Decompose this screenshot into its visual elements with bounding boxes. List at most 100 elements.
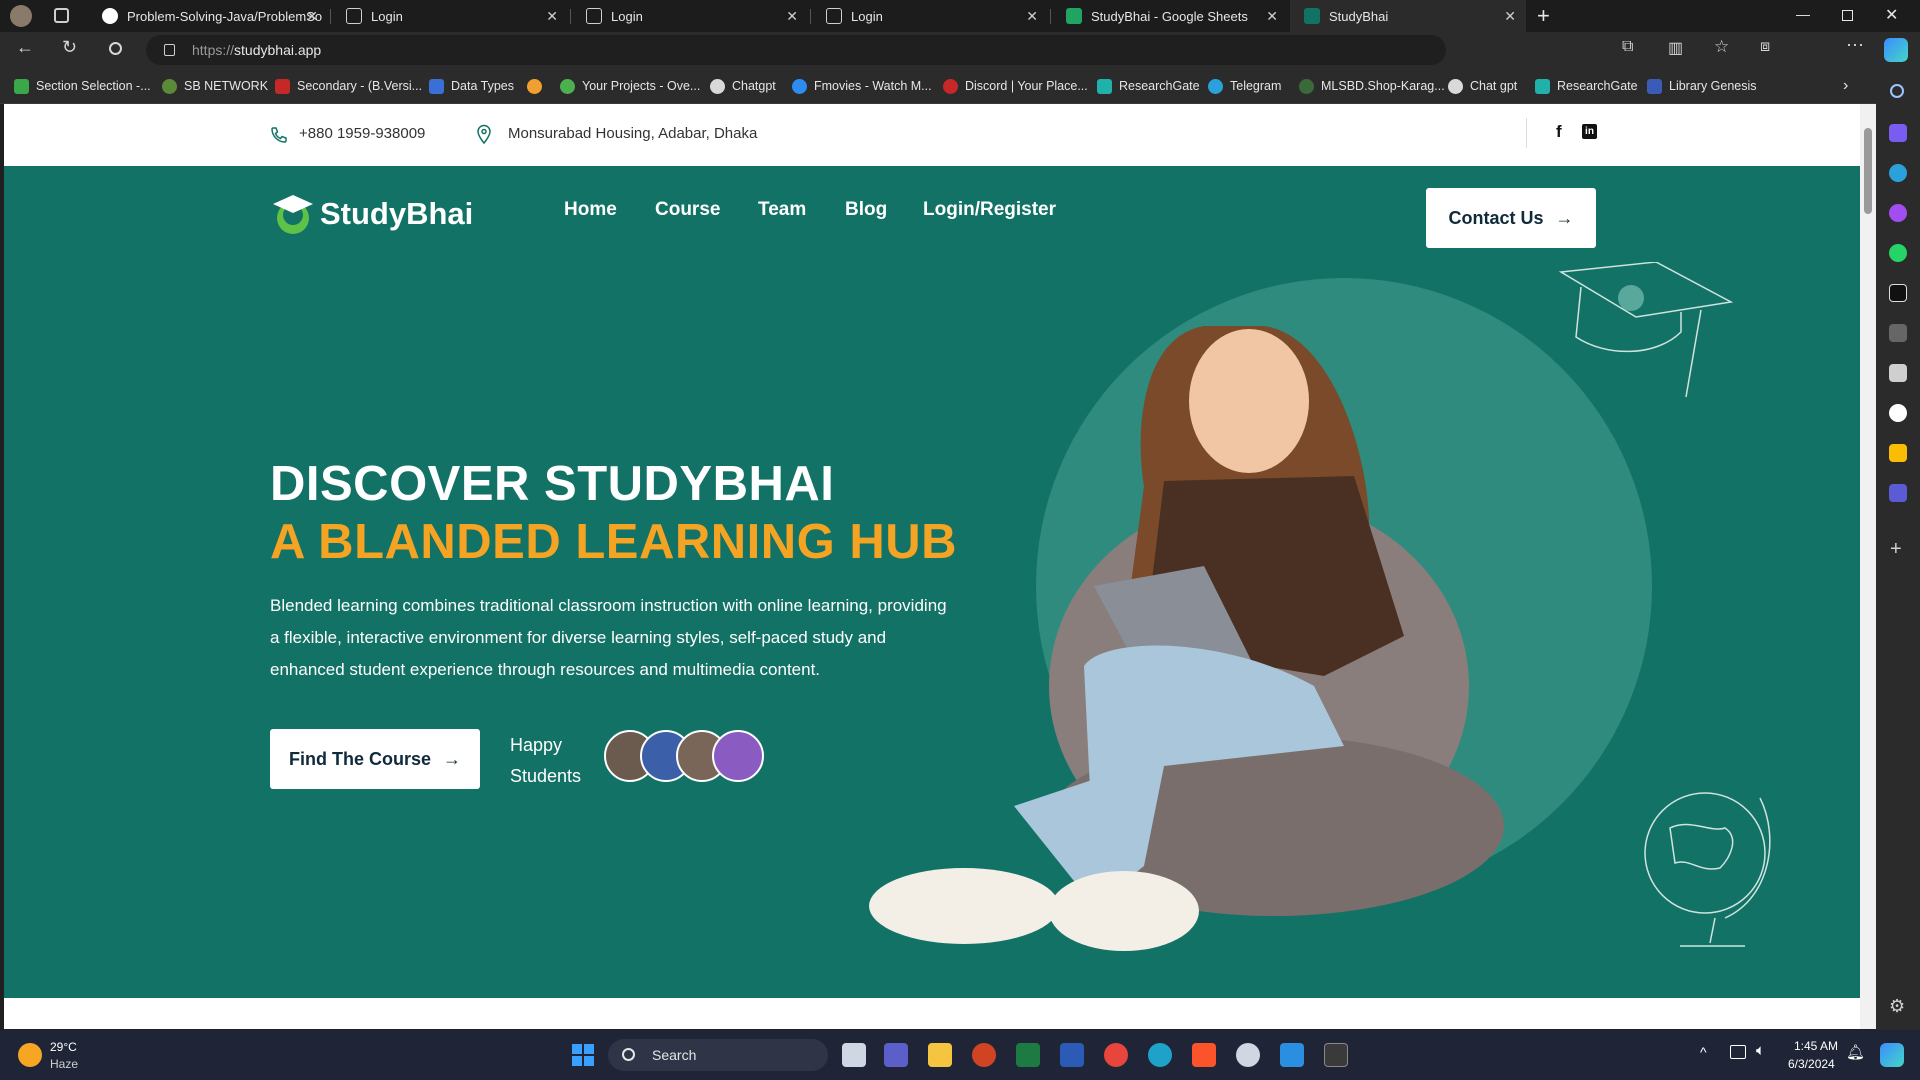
app-icon[interactable] — [1236, 1043, 1260, 1067]
teams-icon[interactable] — [884, 1043, 908, 1067]
tab-login-3[interactable]: Login ✕ — [812, 0, 1048, 32]
bookmark-item-infinity[interactable] — [527, 77, 549, 95]
tab-studybhai[interactable]: StudyBhai ✕ — [1290, 0, 1526, 32]
bookmark-item[interactable]: Chat gpt — [1448, 77, 1517, 95]
nav-home[interactable]: Home — [564, 199, 617, 221]
bookmark-item[interactable]: ResearchGate — [1535, 77, 1638, 95]
close-icon[interactable]: ✕ — [1026, 8, 1038, 25]
sidebar-pen-icon[interactable] — [1889, 364, 1907, 382]
contact-us-button[interactable]: Contact Us → — [1426, 188, 1596, 248]
nav-course[interactable]: Course — [655, 199, 720, 221]
network-icon[interactable] — [1730, 1045, 1746, 1059]
notification-bell-icon[interactable]: 🔔︎ — [1846, 1043, 1865, 1061]
sidebar-telegram-icon[interactable] — [1889, 164, 1907, 182]
file-explorer-icon[interactable] — [928, 1043, 952, 1067]
tab-github[interactable]: Problem-Solving-Java/ProblemSo ✕ — [88, 0, 328, 32]
nav-login-register[interactable]: Login/Register — [923, 199, 1056, 221]
bookmark-item[interactable]: Discord | Your Place... — [943, 77, 1088, 95]
close-icon[interactable]: ✕ — [1504, 8, 1516, 25]
terminal-icon[interactable] — [1324, 1043, 1348, 1067]
bookmark-item[interactable]: Your Projects - Ove... — [560, 77, 700, 95]
copilot-icon[interactable] — [1884, 38, 1908, 62]
bookmark-item[interactable]: Library Genesis — [1647, 77, 1757, 95]
vertical-scrollbar[interactable] — [1860, 104, 1876, 1029]
new-tab-icon[interactable]: + — [1537, 3, 1550, 29]
bookmark-item[interactable]: Secondary - (B.Versi... — [275, 77, 422, 95]
bookmark-item[interactable]: Fmovies - Watch M... — [792, 77, 932, 95]
bookmark-icon — [1299, 78, 1314, 94]
refresh-icon[interactable]: ↻ — [62, 37, 77, 58]
sidebar-list-icon[interactable] — [1889, 484, 1907, 502]
volume-icon[interactable]: 🔈︎ — [1756, 1042, 1765, 1059]
hero-description: Blended learning combines traditional cl… — [270, 596, 947, 679]
tab-login-2[interactable]: Login ✕ — [572, 0, 808, 32]
bookmark-item[interactable]: Section Selection -... — [14, 77, 151, 95]
powerpoint-icon[interactable] — [972, 1043, 996, 1067]
url-prefix: https:// — [192, 42, 235, 58]
sidebar-circle-icon[interactable] — [1889, 404, 1907, 422]
copilot-taskbar-icon[interactable] — [1880, 1043, 1904, 1067]
close-icon[interactable]: ✕ — [1266, 8, 1278, 25]
more-bookmarks-icon[interactable]: › — [1843, 77, 1848, 95]
sidebar-search-icon[interactable] — [1890, 84, 1904, 98]
brave-icon[interactable] — [1192, 1043, 1216, 1067]
sidebar-whatsapp-icon[interactable] — [1889, 244, 1907, 262]
scrollbar-thumb[interactable] — [1864, 128, 1872, 214]
edge-icon[interactable] — [1148, 1043, 1172, 1067]
sidebar-audio-icon[interactable] — [1889, 324, 1907, 342]
close-icon[interactable]: ✕ — [786, 8, 798, 25]
weather-temp[interactable]: 29°C — [50, 1040, 77, 1054]
bookmark-label: Data Types — [451, 79, 515, 93]
url-bar[interactable]: https://studybhai.app — [146, 35, 1446, 65]
tab-login-1[interactable]: Login ✕ — [332, 0, 568, 32]
bookmark-item[interactable]: SB NETWORK — [162, 77, 268, 95]
start-icon[interactable] — [572, 1044, 594, 1066]
collections-icon[interactable]: ⧈ — [1760, 38, 1770, 56]
clock-time[interactable]: 1:45 AM — [1794, 1039, 1838, 1053]
extensions-icon[interactable]: ⧉ — [1622, 38, 1633, 56]
favorites-bar: Section Selection -... SB NETWORK Second… — [0, 68, 1920, 104]
bookmark-item[interactable]: Data Types — [429, 77, 514, 95]
logo[interactable]: StudyBhai — [270, 192, 480, 236]
close-icon[interactable]: ✕ — [306, 8, 318, 25]
phone-number[interactable]: +880 1959-938009 — [299, 125, 425, 142]
tray-overflow-icon[interactable]: ^ — [1700, 1044, 1707, 1060]
favorites-icon[interactable]: ☆ — [1714, 37, 1729, 57]
linkedin-icon[interactable]: in — [1582, 124, 1597, 139]
sidebar-drive-icon[interactable] — [1889, 444, 1907, 462]
menu-icon[interactable]: ⋯ — [1846, 35, 1864, 56]
excel-icon[interactable] — [1016, 1043, 1040, 1067]
taskbar-search-box[interactable]: Search — [608, 1039, 828, 1071]
bookmark-item[interactable]: Chatgpt — [710, 77, 776, 95]
close-window-icon[interactable]: ✕ — [1885, 5, 1898, 25]
clock-date[interactable]: 6/3/2024 — [1788, 1057, 1835, 1071]
search-icon — [622, 1048, 635, 1061]
search-icon[interactable] — [109, 42, 122, 55]
sidebar-settings-icon[interactable]: ⚙ — [1889, 996, 1905, 1017]
vscode-icon[interactable] — [1280, 1043, 1304, 1067]
sidebar-copilot-icon[interactable] — [1889, 124, 1907, 142]
split-screen-icon[interactable]: ▥ — [1668, 38, 1683, 58]
sidebar-add-icon[interactable]: + — [1890, 538, 1902, 561]
sidebar-messenger-icon[interactable] — [1889, 204, 1907, 222]
facebook-icon[interactable]: f — [1556, 122, 1562, 142]
workspaces-icon[interactable] — [54, 8, 69, 23]
word-icon[interactable] — [1060, 1043, 1084, 1067]
minimize-icon[interactable]: — — [1796, 6, 1810, 22]
nav-blog[interactable]: Blog — [845, 199, 887, 221]
weather-icon[interactable] — [18, 1043, 42, 1067]
profile-avatar[interactable] — [10, 5, 32, 27]
close-icon[interactable]: ✕ — [546, 8, 558, 25]
back-icon[interactable]: ← — [16, 37, 34, 58]
bookmark-item[interactable]: ResearchGate — [1097, 77, 1200, 95]
bookmark-item[interactable]: MLSBD.Shop-Karag... — [1299, 77, 1445, 95]
nav-team[interactable]: Team — [758, 199, 806, 221]
lock-icon[interactable] — [164, 44, 175, 56]
tab-google-sheets[interactable]: StudyBhai - Google Sheets ✕ — [1052, 0, 1288, 32]
task-view-icon[interactable] — [842, 1043, 866, 1067]
bookmark-item[interactable]: Telegram — [1208, 77, 1281, 95]
find-course-button[interactable]: Find The Course → — [270, 729, 480, 789]
sidebar-app-icon[interactable] — [1889, 284, 1907, 302]
chrome-icon[interactable] — [1104, 1043, 1128, 1067]
restore-icon[interactable] — [1842, 10, 1853, 21]
